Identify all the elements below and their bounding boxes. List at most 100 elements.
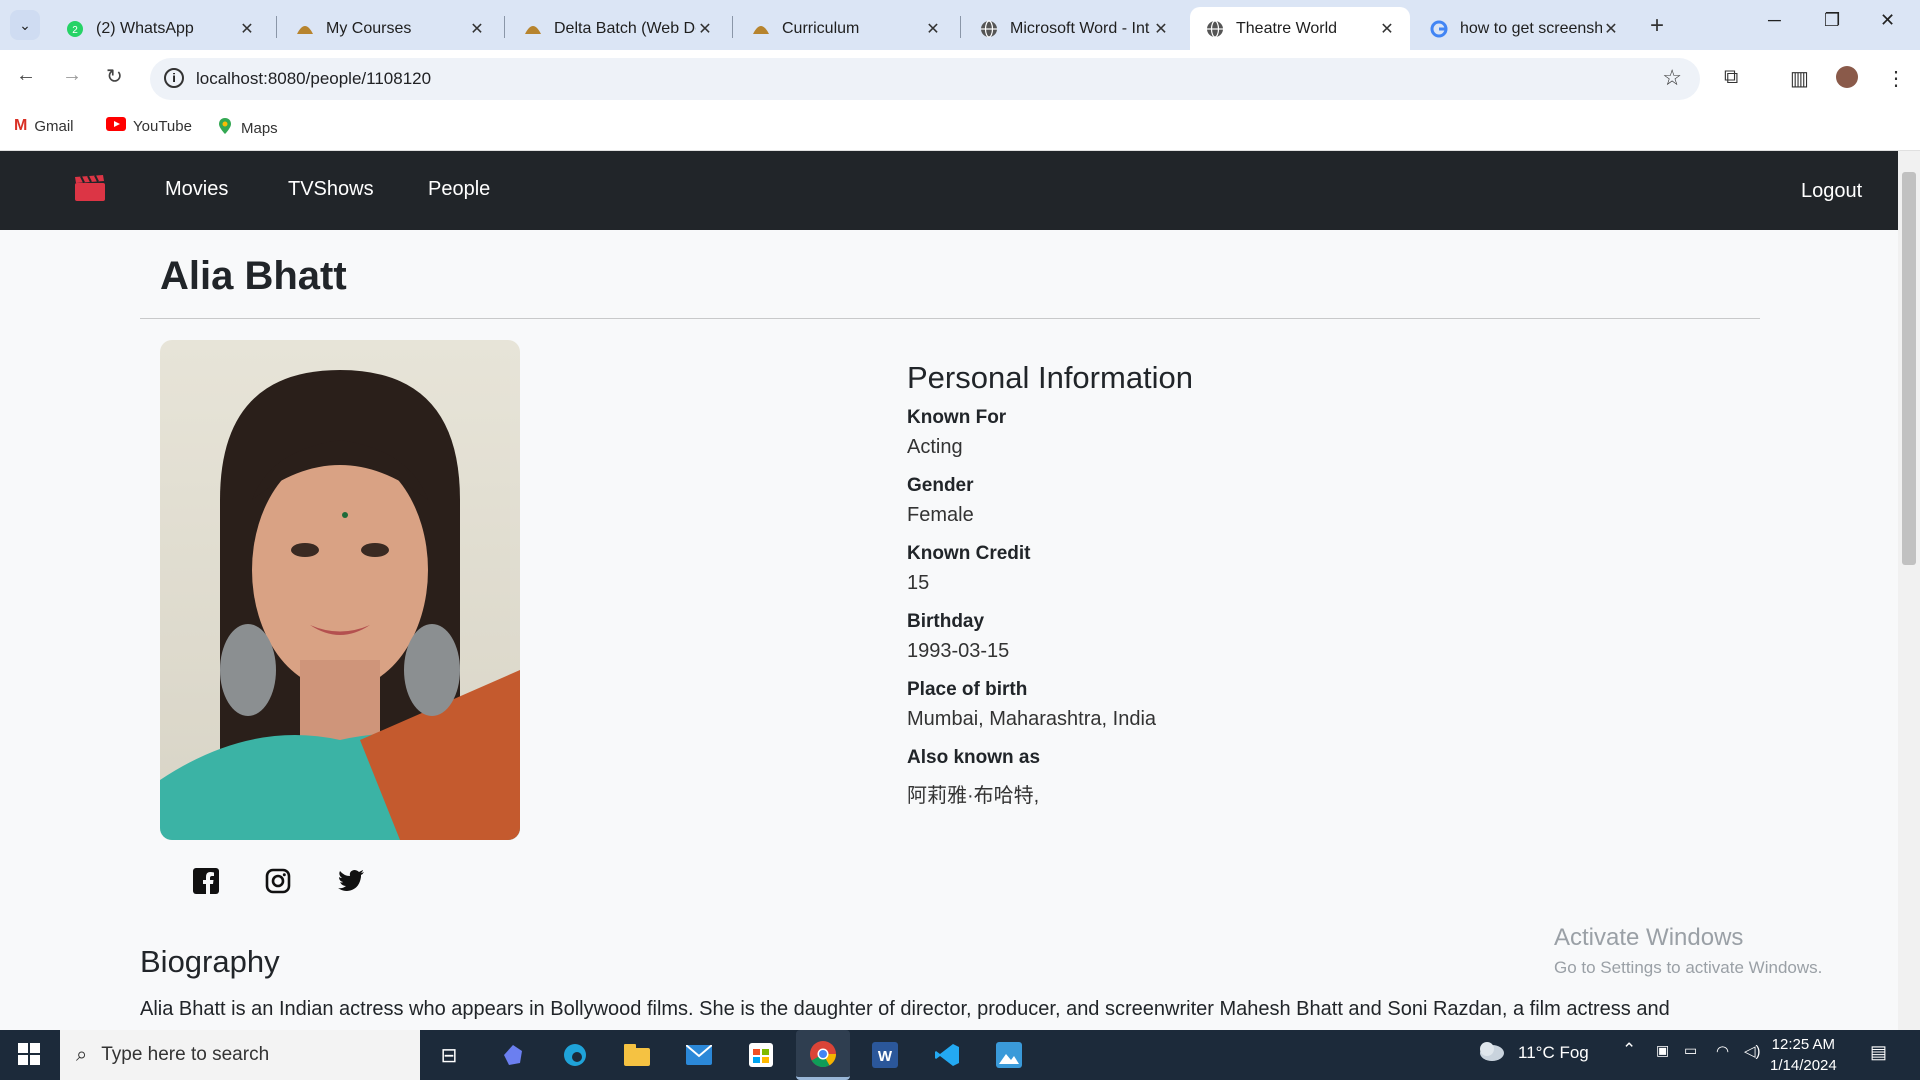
watermark-title: Activate Windows [1554, 924, 1744, 951]
tab-search-dropdown-icon[interactable]: ⌄ [10, 10, 40, 40]
nav-people[interactable]: People [428, 178, 490, 201]
course-icon [524, 20, 542, 38]
window-close-icon[interactable]: ✕ [1880, 10, 1895, 31]
biography-heading: Biography [140, 944, 280, 979]
restore-icon[interactable]: ❐ [1824, 10, 1840, 31]
tab-title: Curriculum [782, 19, 860, 37]
google-icon [1430, 20, 1448, 38]
close-icon[interactable]: ✕ [1378, 19, 1396, 39]
url-text[interactable]: localhost:8080/people/1108120 [196, 69, 431, 89]
close-icon[interactable]: ✕ [1602, 19, 1620, 39]
site-info-icon[interactable]: i [164, 68, 184, 88]
known-credit-label: Known Credit [907, 543, 1031, 564]
edge-icon[interactable] [558, 1038, 592, 1072]
address-bar[interactable]: i localhost:8080/people/1108120 ☆ [150, 58, 1700, 100]
place-of-birth-label: Place of birth [907, 679, 1028, 700]
tab-curriculum[interactable]: Curriculum ✕ [736, 7, 956, 50]
battery-icon[interactable]: ▭ [1684, 1042, 1697, 1059]
bookmark-maps[interactable]: Maps [216, 117, 278, 140]
vscode-icon[interactable] [930, 1038, 964, 1072]
tab-title: (2) WhatsApp [96, 19, 194, 37]
bookmark-label: Gmail [34, 117, 74, 135]
tab-microsoft-word[interactable]: Microsoft Word - Int ✕ [964, 7, 1184, 50]
tab-separator [732, 16, 733, 38]
copilot-icon[interactable] [496, 1038, 530, 1072]
scrollbar-thumb[interactable] [1902, 172, 1916, 565]
file-explorer-icon[interactable] [620, 1038, 654, 1072]
photos-app-icon[interactable] [992, 1038, 1026, 1072]
menu-kebab-icon[interactable]: ⋮ [1886, 66, 1906, 91]
close-icon[interactable]: ✕ [924, 19, 942, 39]
back-arrow-icon[interactable]: ← [16, 64, 36, 87]
task-view-icon[interactable]: ⊟ [432, 1038, 466, 1072]
tab-title: Microsoft Word - Int [1010, 19, 1150, 37]
twitter-icon[interactable] [337, 868, 367, 898]
bookmarks-bar [0, 108, 1920, 151]
logout-link[interactable]: Logout [1801, 180, 1862, 203]
known-for-label: Known For [907, 407, 1007, 428]
birthday-value: 1993-03-15 [907, 640, 1010, 662]
chrome-icon[interactable] [796, 1030, 850, 1080]
tab-separator [276, 16, 277, 38]
nav-movies[interactable]: Movies [165, 178, 228, 201]
volume-icon[interactable]: ◁) [1744, 1042, 1761, 1060]
tab-delta-batch[interactable]: Delta Batch (Web De ✕ [508, 7, 728, 50]
known-for-value: Acting [907, 436, 963, 458]
wifi-icon[interactable]: ◠ [1716, 1042, 1729, 1060]
taskbar-search[interactable]: ⌕ Type here to search [60, 1030, 420, 1080]
windows-start-icon[interactable] [18, 1043, 40, 1065]
tab-separator [504, 16, 505, 38]
close-icon[interactable]: ✕ [468, 19, 486, 39]
close-icon[interactable]: ✕ [1152, 19, 1170, 39]
nav-tvshows[interactable]: TVShows [288, 178, 374, 201]
side-panel-icon[interactable]: ▥ [1790, 66, 1809, 91]
tab-separator [960, 16, 961, 38]
course-icon [752, 20, 770, 38]
svg-text:W: W [878, 1048, 893, 1065]
gmail-icon: M [14, 117, 28, 134]
place-of-birth-value: Mumbai, Maharashtra, India [907, 708, 1157, 730]
minimize-icon[interactable]: ─ [1768, 10, 1781, 31]
profile-avatar[interactable] [1836, 66, 1858, 88]
word-icon[interactable]: W [868, 1038, 902, 1072]
tab-whatsapp[interactable]: 2 (2) WhatsApp ✕ [50, 7, 270, 50]
weather-text[interactable]: 11°C Fog [1518, 1043, 1589, 1063]
tab-google-search[interactable]: how to get screensh ✕ [1414, 7, 1634, 50]
clapperboard-logo-icon[interactable] [75, 175, 105, 201]
chevron-up-icon[interactable]: ⌃ [1622, 1040, 1636, 1060]
microsoft-store-icon[interactable] [744, 1038, 778, 1072]
notification-icon[interactable]: ▤ [1870, 1042, 1887, 1063]
reload-icon[interactable]: ↻ [106, 64, 123, 89]
gender-value: Female [907, 504, 974, 526]
clock-date: 1/14/2024 [1770, 1057, 1837, 1074]
bookmark-youtube[interactable]: YouTube [106, 117, 192, 136]
bookmark-label: Maps [241, 120, 278, 137]
new-tab-plus-icon[interactable]: + [1650, 12, 1664, 40]
bookmark-star-icon[interactable]: ☆ [1662, 65, 1682, 91]
facebook-icon[interactable] [193, 868, 223, 898]
system-clock[interactable]: 12:25 AM 1/14/2024 [1770, 1034, 1837, 1076]
tab-my-courses[interactable]: My Courses ✕ [280, 7, 500, 50]
instagram-icon[interactable] [265, 868, 295, 898]
forward-arrow-icon[interactable]: → [62, 64, 82, 87]
meet-now-icon[interactable]: ▣ [1656, 1042, 1669, 1059]
bookmark-gmail[interactable]: M Gmail [14, 117, 74, 135]
extensions-puzzle-icon[interactable]: ⧉ [1724, 66, 1738, 89]
tab-title: My Courses [326, 19, 412, 37]
close-icon[interactable]: ✕ [238, 19, 256, 39]
biography-text: Alia Bhatt is an Indian actress who appe… [140, 998, 1670, 1020]
windows-activation-watermark: Activate Windows Go to Settings to activ… [1554, 924, 1822, 978]
clock-time: 12:25 AM [1771, 1036, 1836, 1053]
close-icon[interactable]: ✕ [696, 19, 714, 39]
globe-icon [1206, 19, 1224, 38]
tab-theatre-world[interactable]: Theatre World ✕ [1190, 7, 1410, 50]
weather-cloud-icon[interactable] [1476, 1040, 1506, 1067]
bookmark-label: YouTube [133, 118, 192, 135]
tab-title: Theatre World [1236, 19, 1338, 37]
svg-text:2: 2 [72, 25, 78, 36]
course-icon [296, 20, 314, 38]
youtube-icon [106, 117, 126, 136]
person-name: Alia Bhatt [160, 254, 347, 298]
mail-icon[interactable] [682, 1038, 716, 1072]
also-known-as-label: Also known as [907, 747, 1041, 768]
